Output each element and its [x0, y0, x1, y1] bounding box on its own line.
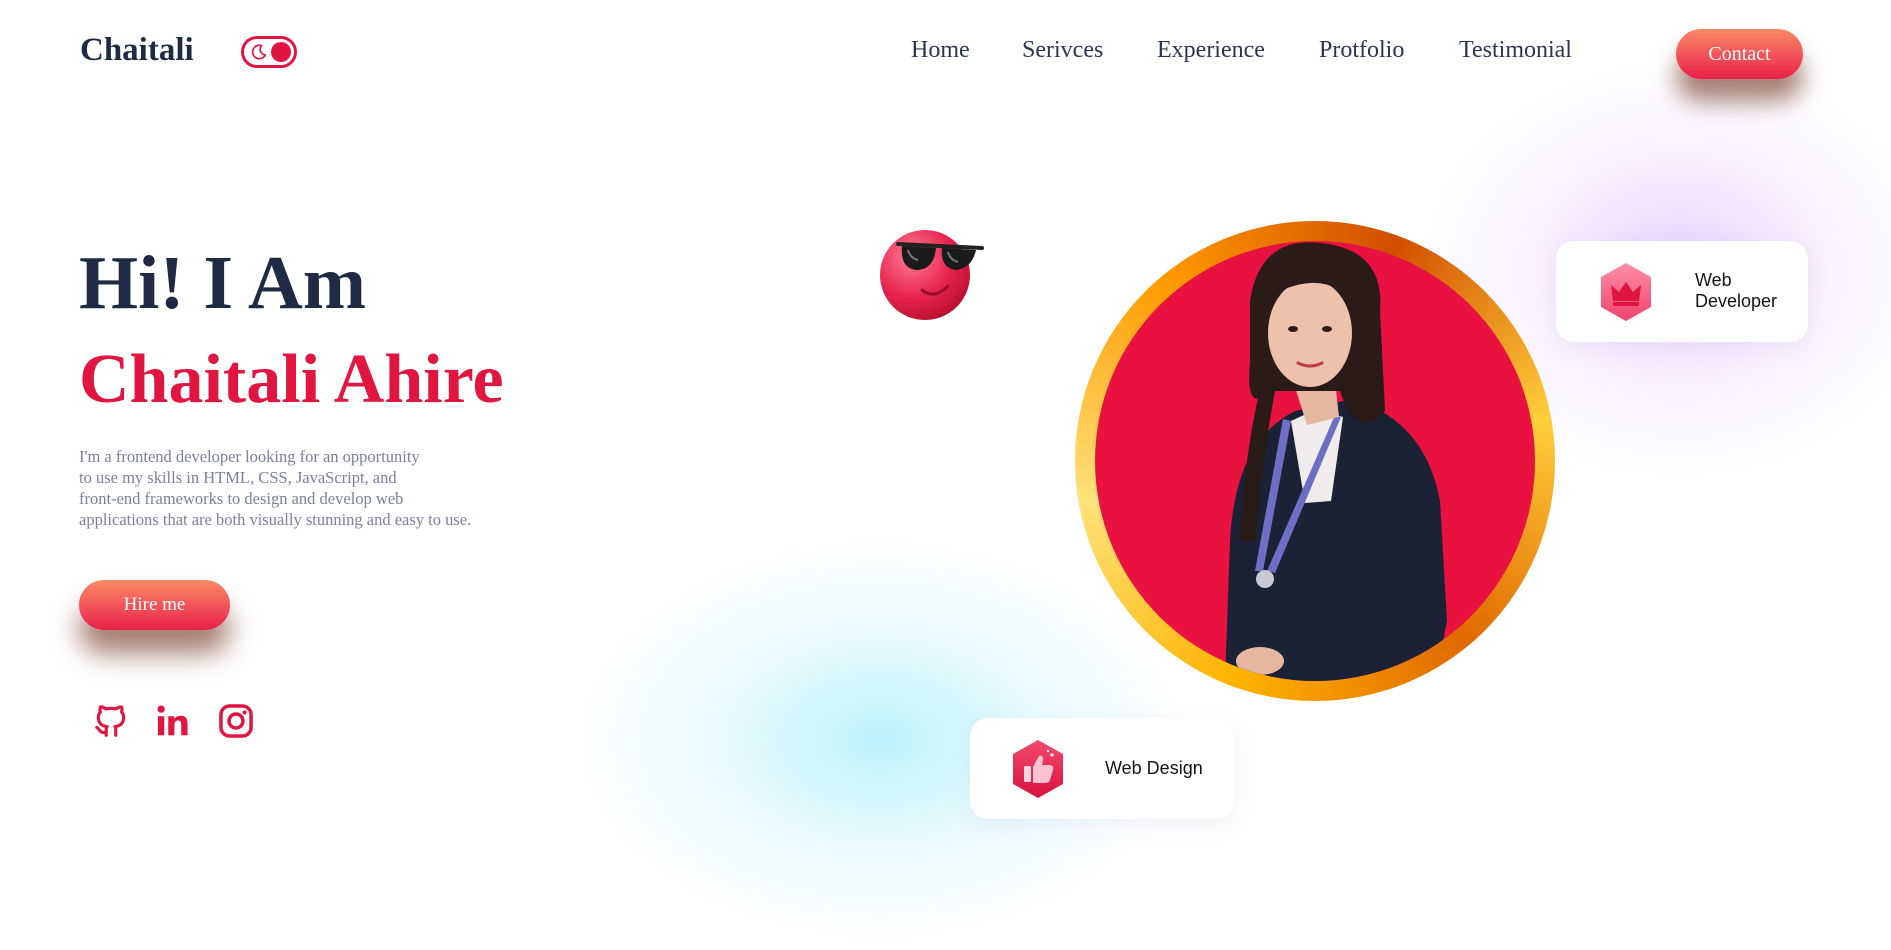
hire-me-button[interactable]: Hire me [79, 580, 230, 630]
hero-description: I'm a frontend developer looking for an … [79, 446, 471, 530]
thumbs-up-icon [1013, 740, 1063, 798]
contact-button[interactable]: Contact [1676, 29, 1803, 79]
hero-description-line: to use my skills in HTML, CSS, JavaScrip… [79, 468, 397, 487]
sunglasses-emoji-icon [880, 230, 984, 320]
github-icon [95, 705, 126, 737]
nav-home[interactable]: Home [911, 37, 970, 64]
web-design-card: Web Design [970, 718, 1234, 819]
nav-portfolio[interactable]: Protfolio [1319, 37, 1404, 64]
instagram-link[interactable] [217, 702, 255, 740]
toggle-knob [271, 42, 291, 62]
person-silhouette-icon [1225, 242, 1447, 681]
nav-services[interactable]: Serivces [1022, 37, 1103, 64]
web-design-label: Web Design [1105, 758, 1203, 778]
linkedin-icon [157, 705, 188, 736]
profile-photo [1095, 241, 1535, 681]
hero-description-line: front-end frameworks to design and devel… [79, 489, 404, 508]
hero-description-line: applications that are both visually stun… [79, 510, 472, 529]
theme-toggle[interactable] [241, 36, 297, 68]
logo[interactable]: Chaitali [80, 32, 194, 69]
hero-name: Chaitali Ahire [79, 341, 504, 418]
nav-experience[interactable]: Experience [1157, 37, 1265, 64]
hero-greeting: Hi! I Am [79, 241, 367, 325]
github-link[interactable] [92, 702, 130, 740]
web-developer-card: Web Developer [1556, 241, 1808, 342]
crown-icon [1601, 263, 1651, 321]
hero-description-line: I'm a frontend developer looking for an … [79, 447, 420, 466]
linkedin-link[interactable] [154, 702, 192, 740]
moon-icon [251, 44, 267, 60]
instagram-icon [219, 704, 253, 738]
nav-testimonial[interactable]: Testimonial [1459, 37, 1572, 64]
web-developer-label: Web Developer [1695, 270, 1777, 312]
web-developer-label-line: Web [1695, 270, 1732, 290]
web-developer-label-line: Developer [1695, 291, 1778, 311]
